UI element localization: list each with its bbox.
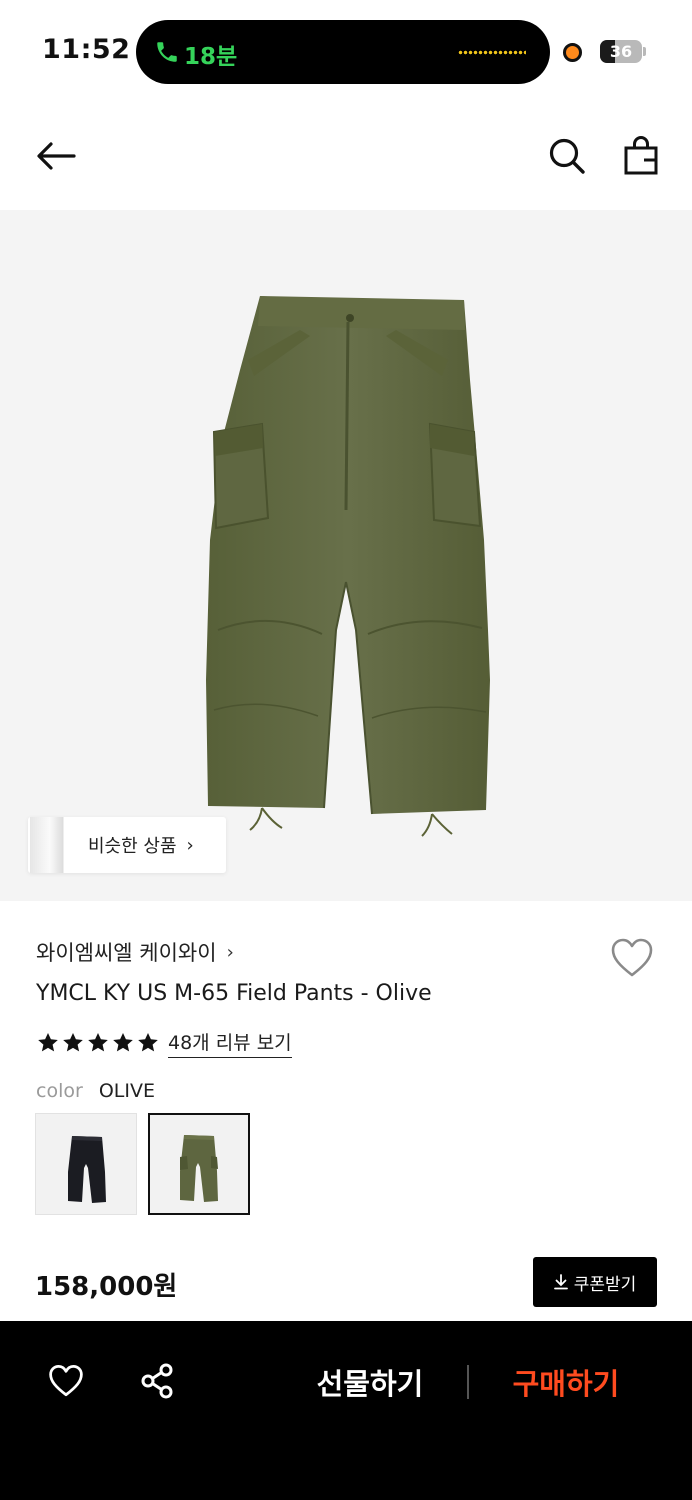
- battery-tip: [643, 47, 646, 56]
- arrow-left-icon: [37, 142, 76, 170]
- phone-icon: [157, 42, 177, 62]
- heart-icon: [49, 1365, 83, 1397]
- search-button[interactable]: [543, 132, 591, 180]
- product-image-carousel[interactable]: 비슷한 상품 ›: [0, 210, 692, 901]
- similar-products-button[interactable]: 비슷한 상품 ›: [28, 817, 226, 873]
- color-value: OLIVE: [98, 1080, 155, 1102]
- dynamic-island[interactable]: 18분: [136, 20, 550, 84]
- heart-icon: [611, 938, 653, 977]
- star-icon: [88, 1033, 108, 1052]
- battery-icon: 36: [600, 40, 642, 63]
- wishlist-button[interactable]: [609, 936, 655, 980]
- wishlist-bottom-button[interactable]: [44, 1359, 88, 1403]
- status-time: 11:52: [42, 34, 131, 65]
- cart-button[interactable]: [617, 132, 665, 180]
- gift-button[interactable]: 선물하기: [300, 1361, 440, 1403]
- search-icon: [549, 138, 585, 174]
- rating-row: 48개 리뷰 보기: [36, 1028, 292, 1058]
- call-duration: 18분: [184, 44, 238, 70]
- product-price: 158,000원: [35, 1272, 178, 1302]
- app-header: [0, 100, 692, 210]
- similar-products-label: 비슷한 상품: [88, 836, 177, 857]
- color-label: color: [36, 1080, 83, 1102]
- star-icon: [113, 1033, 133, 1052]
- back-button[interactable]: [32, 132, 80, 180]
- share-icon: [141, 1363, 173, 1399]
- star-rating: [36, 1031, 160, 1055]
- status-bar: 11:52 18분 36: [0, 0, 692, 100]
- share-button[interactable]: [135, 1359, 179, 1403]
- similar-product-thumbnail: [30, 817, 64, 873]
- coupon-button[interactable]: 쿠폰받기: [533, 1257, 657, 1307]
- divider: [467, 1365, 469, 1399]
- star-icon: [63, 1033, 83, 1052]
- olive-pants-thumbnail: [180, 1135, 218, 1202]
- buy-button[interactable]: 구매하기: [496, 1361, 636, 1403]
- color-swatch-olive[interactable]: [148, 1113, 250, 1215]
- coupon-label: 쿠폰받기: [573, 1274, 637, 1295]
- star-icon: [38, 1033, 58, 1052]
- download-icon: [553, 1274, 568, 1290]
- chevron-right-icon: ›: [226, 941, 234, 963]
- battery-level: 36: [609, 42, 633, 61]
- audio-waveform-icon: [458, 50, 526, 55]
- bottom-action-bar: 선물하기 구매하기: [0, 1321, 692, 1500]
- recording-indicator-icon: [563, 43, 582, 62]
- reviews-link[interactable]: 48개 리뷰 보기: [168, 1028, 292, 1058]
- shopping-bag-icon: [624, 136, 658, 175]
- color-swatch-black[interactable]: [35, 1113, 137, 1215]
- star-icon: [138, 1033, 158, 1052]
- chevron-right-icon: ›: [186, 834, 194, 856]
- product-image: [206, 296, 490, 837]
- product-title: YMCL KY US M-65 Field Pants - Olive: [36, 981, 432, 1006]
- brand-name: 와이엠씨엘 케이와이: [36, 941, 217, 965]
- black-pants-thumbnail: [68, 1136, 106, 1203]
- brand-link[interactable]: 와이엠씨엘 케이와이 ›: [36, 937, 234, 967]
- color-row: color OLIVE: [36, 1080, 155, 1102]
